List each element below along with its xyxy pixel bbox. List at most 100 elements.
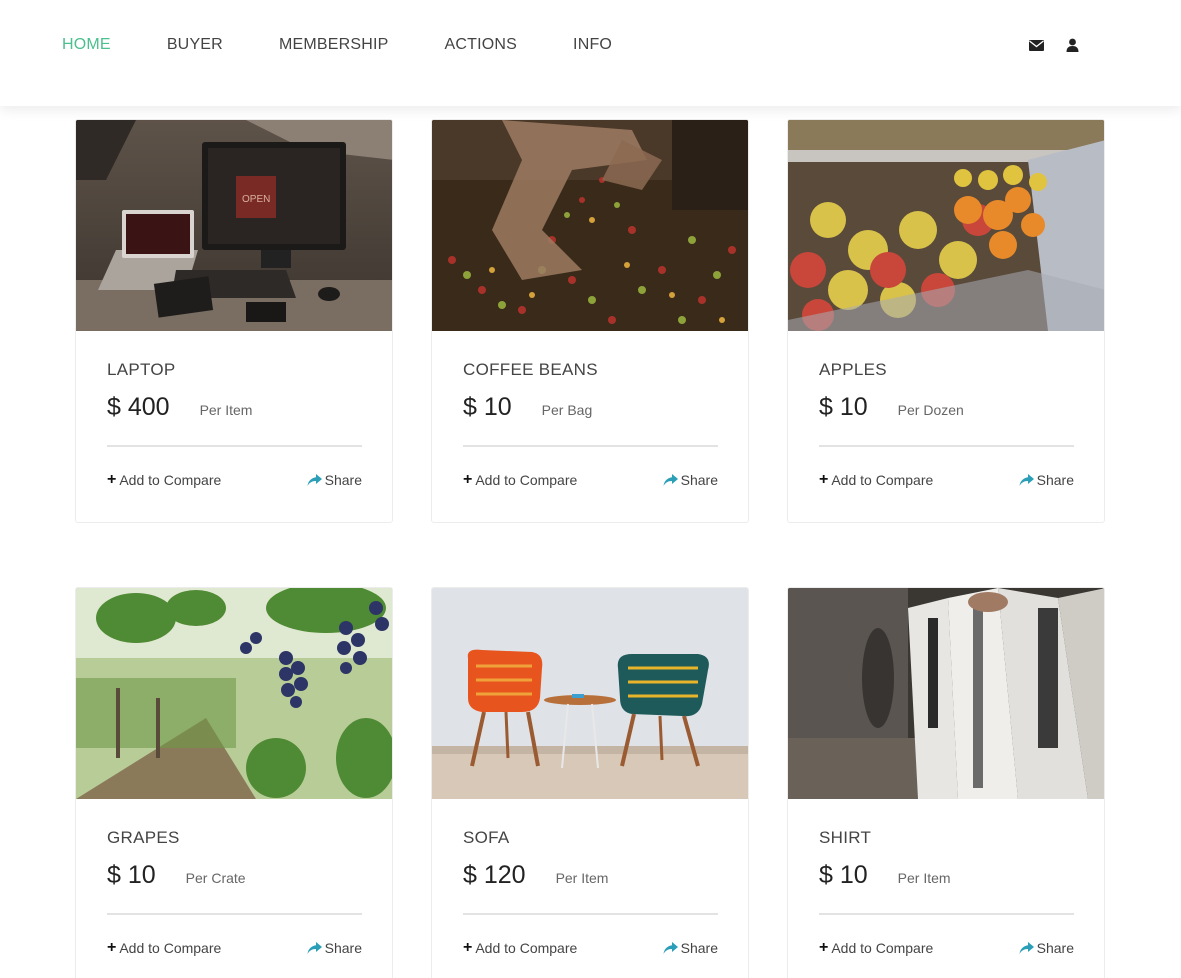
share-icon bbox=[307, 473, 322, 486]
share-icon bbox=[1019, 473, 1034, 486]
product-price: $ 10 bbox=[107, 861, 156, 889]
plus-icon: + bbox=[463, 471, 473, 488]
card-body: LAPTOP $ 400 Per Item + Add to Compare S… bbox=[107, 360, 362, 488]
card-body: GRAPES $ 10 Per Crate + Add to Compare S… bbox=[107, 828, 362, 956]
main-nav: HOME BUYER MEMBERSHIP ACTIONS INFO bbox=[62, 36, 668, 54]
nav-item-buyer[interactable]: BUYER bbox=[167, 36, 223, 54]
price-row: $ 10 Per Dozen bbox=[819, 392, 1074, 422]
card-actions: + Add to Compare Share bbox=[463, 471, 718, 489]
price-unit: Per Item bbox=[555, 870, 609, 886]
share-button[interactable]: Share bbox=[307, 940, 362, 956]
coffee-beans-photo bbox=[432, 120, 748, 331]
product-price: $ 400 bbox=[107, 393, 170, 421]
plus-icon: + bbox=[463, 939, 473, 956]
product-title: SOFA bbox=[463, 828, 510, 847]
divider bbox=[107, 913, 362, 915]
share-icon bbox=[1019, 941, 1034, 954]
top-icons bbox=[1028, 37, 1100, 54]
divider bbox=[463, 913, 718, 915]
price-row: $ 10 Per Bag bbox=[463, 392, 718, 422]
price-unit: Per Bag bbox=[541, 402, 593, 418]
product-title: GRAPES bbox=[107, 828, 180, 847]
share-button[interactable]: Share bbox=[1019, 940, 1074, 956]
nav-item-membership[interactable]: MEMBERSHIP bbox=[279, 36, 389, 54]
add-to-compare-button[interactable]: + Add to Compare bbox=[107, 939, 222, 957]
product-price: $ 120 bbox=[463, 861, 526, 889]
product-price: $ 10 bbox=[819, 861, 868, 889]
plus-icon: + bbox=[107, 471, 117, 488]
add-to-compare-label: Add to Compare bbox=[831, 472, 934, 488]
svg-text:OPEN: OPEN bbox=[242, 194, 270, 205]
price-unit: Per Crate bbox=[185, 870, 246, 886]
card-actions: + Add to Compare Share bbox=[107, 939, 362, 957]
price-row: $ 10 Per Item bbox=[819, 860, 1074, 890]
share-button[interactable]: Share bbox=[663, 940, 718, 956]
add-to-compare-label: Add to Compare bbox=[475, 940, 578, 956]
add-to-compare-button[interactable]: + Add to Compare bbox=[463, 471, 578, 489]
share-button[interactable]: Share bbox=[307, 472, 362, 488]
divider bbox=[463, 445, 718, 447]
share-label: Share bbox=[1036, 472, 1074, 488]
share-button[interactable]: Share bbox=[663, 472, 718, 488]
product-card-apples: APPLES $ 10 Per Dozen + Add to Compare S… bbox=[787, 119, 1105, 523]
card-actions: + Add to Compare Share bbox=[819, 939, 1074, 957]
add-to-compare-button[interactable]: + Add to Compare bbox=[819, 939, 934, 957]
product-card-sofa: SOFA $ 120 Per Item + Add to Compare Sha… bbox=[431, 587, 749, 978]
share-icon bbox=[307, 941, 322, 954]
price-row: $ 400 Per Item bbox=[107, 392, 362, 422]
share-icon bbox=[663, 941, 678, 954]
nav-item-actions[interactable]: ACTIONS bbox=[445, 36, 518, 54]
share-label: Share bbox=[324, 940, 362, 956]
product-card-laptop: OPEN LAPTOP $ 400 Per Item + Add to Comp… bbox=[75, 119, 393, 523]
card-actions: + Add to Compare Share bbox=[463, 939, 718, 957]
product-card-grapes: GRAPES $ 10 Per Crate + Add to Compare S… bbox=[75, 587, 393, 978]
product-title: LAPTOP bbox=[107, 360, 176, 379]
plus-icon: + bbox=[107, 939, 117, 956]
add-to-compare-label: Add to Compare bbox=[119, 472, 222, 488]
card-actions: + Add to Compare Share bbox=[819, 471, 1074, 489]
divider bbox=[819, 445, 1074, 447]
shirts-rack-photo bbox=[788, 588, 1104, 799]
share-label: Share bbox=[680, 940, 718, 956]
product-card-coffee-beans: COFFEE BEANS $ 10 Per Bag + Add to Compa… bbox=[431, 119, 749, 523]
price-unit: Per Item bbox=[199, 402, 253, 418]
share-button[interactable]: Share bbox=[1019, 472, 1074, 488]
share-label: Share bbox=[324, 472, 362, 488]
vineyard-grapes-photo bbox=[76, 588, 392, 799]
add-to-compare-label: Add to Compare bbox=[831, 940, 934, 956]
plus-icon: + bbox=[819, 939, 829, 956]
share-label: Share bbox=[1036, 940, 1074, 956]
divider bbox=[819, 913, 1074, 915]
add-to-compare-button[interactable]: + Add to Compare bbox=[107, 471, 222, 489]
laptop-desk-photo: OPEN bbox=[76, 120, 392, 331]
divider bbox=[107, 445, 362, 447]
envelope-icon[interactable] bbox=[1028, 37, 1045, 54]
price-unit: Per Item bbox=[897, 870, 951, 886]
product-title: APPLES bbox=[819, 360, 887, 379]
add-to-compare-button[interactable]: + Add to Compare bbox=[463, 939, 578, 957]
share-label: Share bbox=[680, 472, 718, 488]
apples-display-photo bbox=[788, 120, 1104, 331]
card-body: APPLES $ 10 Per Dozen + Add to Compare S… bbox=[819, 360, 1074, 488]
card-body: COFFEE BEANS $ 10 Per Bag + Add to Compa… bbox=[463, 360, 718, 488]
add-to-compare-button[interactable]: + Add to Compare bbox=[819, 471, 934, 489]
product-price: $ 10 bbox=[463, 393, 512, 421]
plus-icon: + bbox=[819, 471, 829, 488]
top-navbar: HOME BUYER MEMBERSHIP ACTIONS INFO bbox=[0, 0, 1181, 106]
add-to-compare-label: Add to Compare bbox=[119, 940, 222, 956]
add-to-compare-label: Add to Compare bbox=[475, 472, 578, 488]
card-actions: + Add to Compare Share bbox=[107, 471, 362, 489]
price-unit: Per Dozen bbox=[897, 402, 964, 418]
card-body: SHIRT $ 10 Per Item + Add to Compare Sha… bbox=[819, 828, 1074, 956]
share-icon bbox=[663, 473, 678, 486]
nav-item-home[interactable]: HOME bbox=[62, 36, 111, 54]
product-price: $ 10 bbox=[819, 393, 868, 421]
nav-item-info[interactable]: INFO bbox=[573, 36, 612, 54]
user-icon[interactable] bbox=[1064, 37, 1081, 54]
chairs-photo bbox=[432, 588, 748, 799]
product-title: COFFEE BEANS bbox=[463, 360, 598, 379]
price-row: $ 10 Per Crate bbox=[107, 860, 362, 890]
price-row: $ 120 Per Item bbox=[463, 860, 718, 890]
product-title: SHIRT bbox=[819, 828, 872, 847]
card-body: SOFA $ 120 Per Item + Add to Compare Sha… bbox=[463, 828, 718, 956]
